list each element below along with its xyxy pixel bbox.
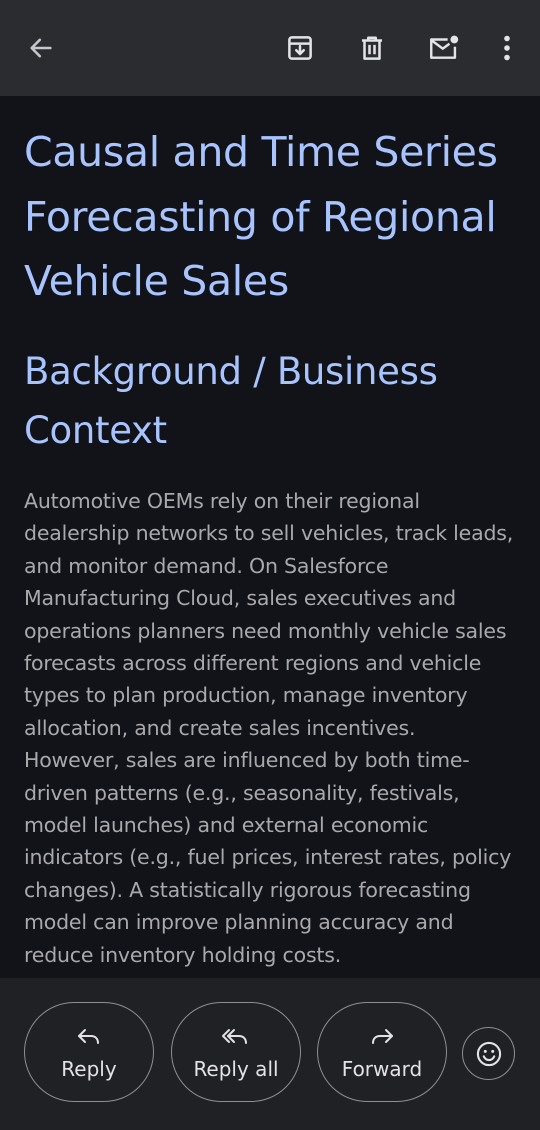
reply-all-button[interactable]: Reply all <box>171 1002 301 1102</box>
more-options-icon[interactable] <box>483 24 531 72</box>
forward-button[interactable]: Forward <box>317 1002 447 1102</box>
reply-icon <box>25 1027 153 1047</box>
email-title: Causal and Time Series Forecasting of Re… <box>24 128 498 305</box>
forward-icon <box>318 1027 446 1047</box>
delete-icon[interactable] <box>348 24 396 72</box>
mark-unread-icon[interactable] <box>420 24 468 72</box>
emoji-reaction-button[interactable] <box>462 1027 515 1080</box>
back-arrow-icon[interactable] <box>17 24 65 72</box>
reply-label: Reply <box>61 1057 117 1081</box>
reply-button[interactable]: Reply <box>24 1002 154 1102</box>
top-app-bar <box>0 0 540 96</box>
email-paragraph: Automotive OEMs rely on their regional d… <box>24 489 514 967</box>
archive-icon[interactable] <box>276 24 324 72</box>
reply-all-icon <box>172 1027 300 1047</box>
emoji-reaction-icon <box>476 1041 501 1066</box>
section-heading: Background / Business Context <box>24 350 438 452</box>
email-body: Causal and Time Series Forecasting of Re… <box>0 96 540 978</box>
forward-label: Forward <box>341 1057 423 1081</box>
reply-all-label: Reply all <box>193 1057 279 1081</box>
